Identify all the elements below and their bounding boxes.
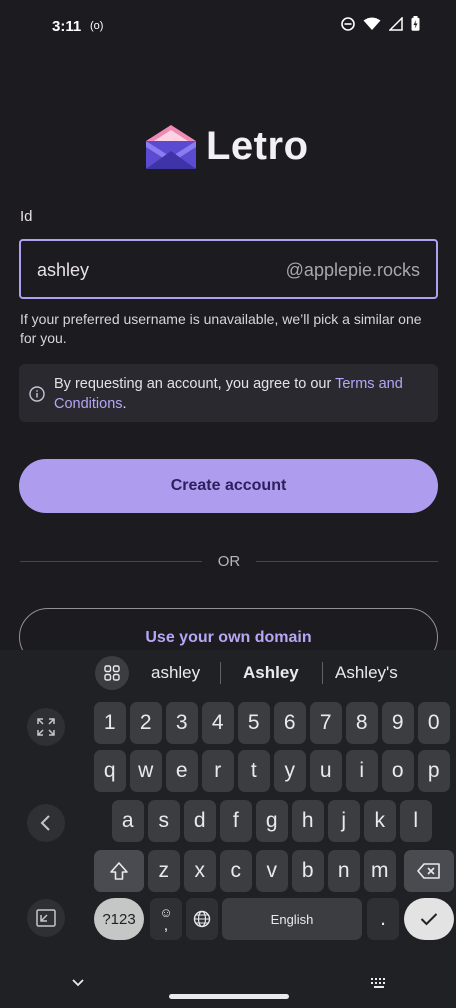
key-q[interactable]: q — [94, 750, 126, 792]
key-9[interactable]: 9 — [382, 702, 414, 744]
globe-icon — [193, 910, 211, 928]
key-x[interactable]: x — [184, 850, 216, 892]
divider-line-right — [256, 561, 438, 562]
space-key[interactable]: English — [222, 898, 362, 940]
key-0[interactable]: 0 — [418, 702, 450, 744]
terms-text-before: By requesting an account, you agree to o… — [54, 376, 336, 392]
key-f[interactable]: f — [220, 800, 252, 842]
shift-arrow-icon — [110, 862, 128, 880]
keyboard-switch-icon[interactable] — [370, 977, 388, 989]
id-label: Id — [20, 208, 33, 225]
key-r[interactable]: r — [202, 750, 234, 792]
or-divider: OR — [20, 552, 438, 572]
key-p[interactable]: p — [418, 750, 450, 792]
resize-keyboard-button[interactable] — [27, 708, 65, 746]
app-name: Letro — [206, 124, 309, 168]
key-j[interactable]: j — [328, 800, 360, 842]
wifi-icon — [363, 17, 381, 30]
period-key[interactable]: . — [367, 898, 399, 940]
grid-icon — [104, 665, 120, 681]
key-s[interactable]: s — [148, 800, 180, 842]
key-m[interactable]: m — [364, 850, 396, 892]
key-5[interactable]: 5 — [238, 702, 270, 744]
emoji-comma-key[interactable]: ☺ , — [150, 898, 182, 940]
id-domain-suffix: @applepie.rocks — [285, 260, 420, 280]
key-g[interactable]: g — [256, 800, 288, 842]
terms-notice: By requesting an account, you agree to o… — [19, 364, 438, 422]
key-4[interactable]: 4 — [202, 702, 234, 744]
id-input[interactable]: ashley @applepie.rocks — [19, 239, 438, 299]
chevron-left-icon — [40, 815, 50, 831]
suggestion-2[interactable]: Ashley — [243, 663, 299, 683]
key-y[interactable]: y — [274, 750, 306, 792]
key-7[interactable]: 7 — [310, 702, 342, 744]
backspace-icon — [417, 863, 440, 879]
apps-grid-icon[interactable] — [95, 656, 129, 690]
key-k[interactable]: k — [364, 800, 396, 842]
signal-icon — [389, 16, 403, 31]
shift-key[interactable] — [94, 850, 144, 892]
key-z[interactable]: z — [148, 850, 180, 892]
home-handle[interactable] — [169, 994, 289, 999]
floating-keyboard-button[interactable] — [27, 899, 65, 937]
key-l[interactable]: l — [400, 800, 432, 842]
cast-icon: (o) — [90, 20, 104, 32]
key-c[interactable]: c — [220, 850, 252, 892]
suggestion-1[interactable]: ashley — [151, 663, 200, 683]
key-u[interactable]: u — [310, 750, 342, 792]
language-key[interactable] — [186, 898, 218, 940]
key-3[interactable]: 3 — [166, 702, 198, 744]
suggestion-separator — [220, 662, 221, 684]
create-account-button[interactable]: Create account — [19, 459, 438, 513]
do-not-disturb-icon — [341, 16, 355, 31]
key-w[interactable]: w — [130, 750, 162, 792]
keyboard-back-button[interactable] — [27, 804, 65, 842]
key-e[interactable]: e — [166, 750, 198, 792]
terms-text: By requesting an account, you agree to o… — [54, 374, 434, 414]
picture-in-picture-icon — [36, 909, 56, 927]
key-6[interactable]: 6 — [274, 702, 306, 744]
checkmark-icon — [420, 913, 438, 926]
key-1[interactable]: 1 — [94, 702, 126, 744]
key-8[interactable]: 8 — [346, 702, 378, 744]
navigation-bar — [0, 960, 456, 1008]
backspace-key[interactable] — [404, 850, 454, 892]
id-input-value[interactable]: ashley — [37, 260, 89, 281]
key-n[interactable]: n — [328, 850, 360, 892]
suggestion-bar: ashley Ashley Ashley's — [0, 650, 456, 696]
expand-icon — [37, 718, 55, 736]
key-d[interactable]: d — [184, 800, 216, 842]
terms-text-after: . — [122, 396, 127, 412]
suggestion-3[interactable]: Ashley's — [335, 663, 398, 683]
username-help-text: If your preferred username is unavailabl… — [20, 311, 422, 346]
key-v[interactable]: v — [256, 850, 288, 892]
key-i[interactable]: i — [346, 750, 378, 792]
soft-keyboard: ashley Ashley Ashley's 1234567890 qwerty… — [0, 650, 456, 960]
battery-icon — [411, 16, 420, 31]
status-icons — [341, 16, 420, 31]
key-a[interactable]: a — [112, 800, 144, 842]
suggestion-separator — [322, 662, 323, 684]
key-o[interactable]: o — [382, 750, 414, 792]
status-time: 3:11 — [52, 18, 82, 35]
key-b[interactable]: b — [292, 850, 324, 892]
key-2[interactable]: 2 — [130, 702, 162, 744]
info-icon — [29, 386, 45, 402]
key-h[interactable]: h — [292, 800, 324, 842]
symbols-key[interactable]: ?123 — [94, 898, 144, 940]
comma-label: , — [163, 917, 169, 934]
enter-key[interactable] — [404, 898, 454, 940]
chevron-down-icon[interactable] — [71, 978, 85, 988]
status-bar: 3:11 (o) — [0, 0, 456, 56]
envelope-logo-icon — [146, 124, 196, 169]
app-logo: Letro — [146, 124, 309, 169]
key-t[interactable]: t — [238, 750, 270, 792]
